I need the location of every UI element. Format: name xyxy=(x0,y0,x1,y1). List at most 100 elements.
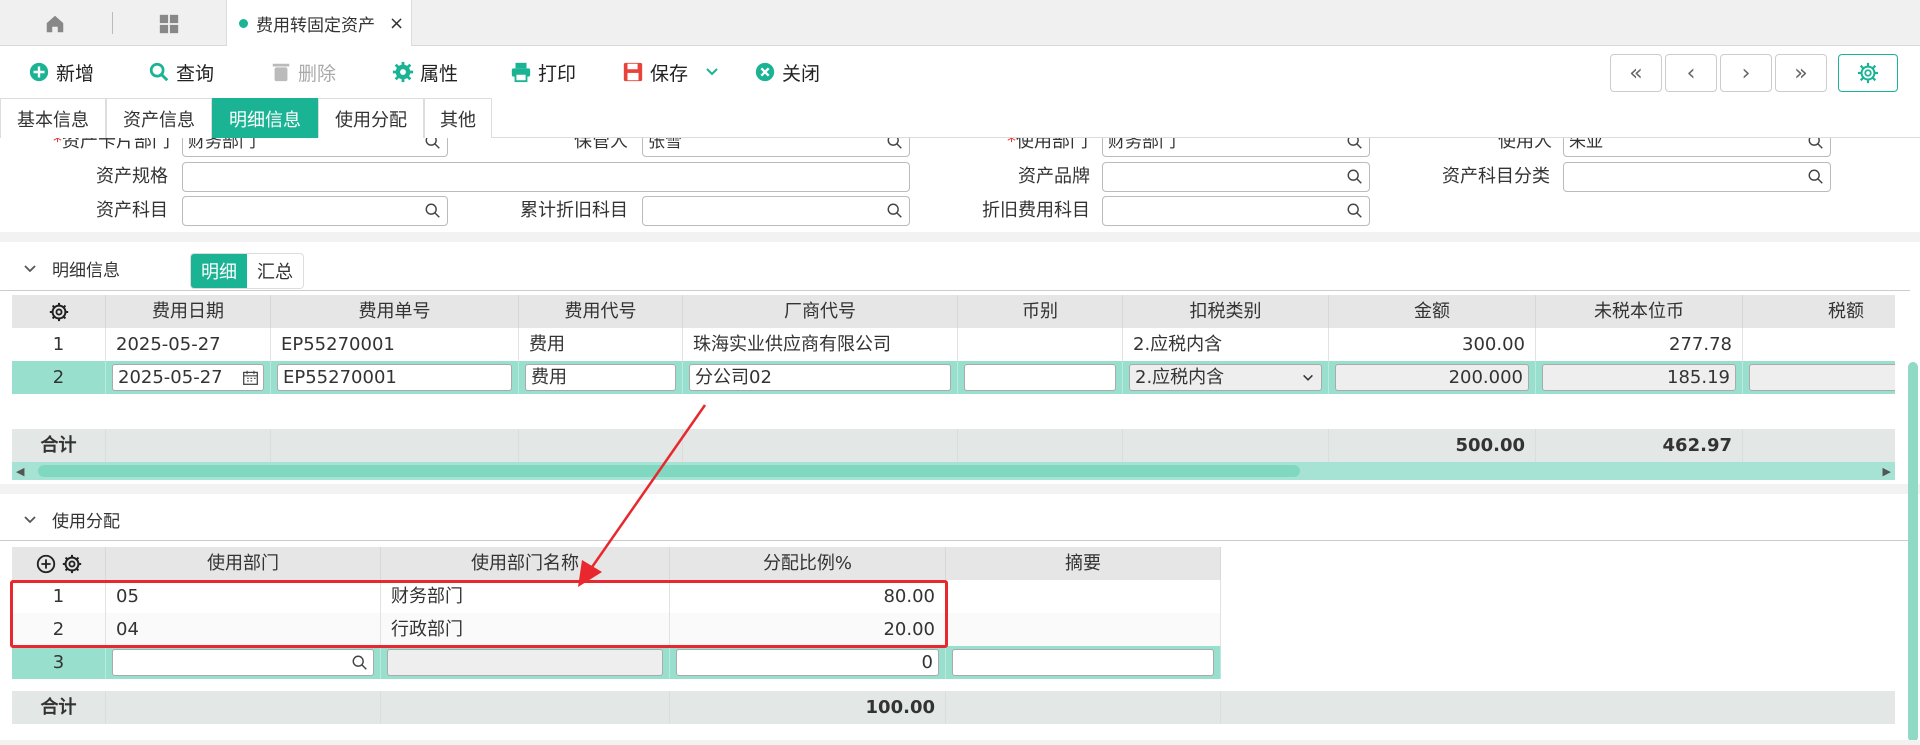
scroll-right-icon[interactable]: ▶ xyxy=(1883,465,1891,478)
card-dept-input[interactable]: 财务部门 xyxy=(182,138,448,157)
memo-input[interactable] xyxy=(946,646,1221,679)
search-icon xyxy=(149,62,169,82)
acc-dep-input[interactable] xyxy=(642,196,910,226)
delete-button[interactable]: 删除 xyxy=(270,58,336,86)
dep-exp-label: 折旧费用科目 xyxy=(982,200,1090,221)
col-tax-amount[interactable]: 税额 xyxy=(1743,295,1895,328)
table-row[interactable]: 1 2025-05-27 EP55270001 费用 珠海实业供应商有限公司 2… xyxy=(12,328,1895,361)
use-dept-input[interactable]: 财务部门 xyxy=(1102,138,1370,157)
home-icon[interactable] xyxy=(44,13,66,35)
section-tabs: 基本信息 资产信息 明细信息 使用分配 其他 xyxy=(0,98,1920,138)
bottom-gap xyxy=(0,740,1920,745)
col-tax-type[interactable]: 扣税类别 xyxy=(1123,295,1329,328)
code-input[interactable]: 费用 xyxy=(519,361,683,394)
tab-basic-info[interactable]: 基本信息 xyxy=(0,98,106,138)
prev-record-button[interactable]: ‹ xyxy=(1665,54,1717,92)
card-dept-label: *资产卡片部门 xyxy=(53,138,170,152)
currency-value xyxy=(964,364,1116,391)
detail-toggle[interactable]: 明细 xyxy=(191,254,247,288)
net-input[interactable]: 185.19 xyxy=(1536,361,1743,394)
ratio-value: 0 xyxy=(676,649,939,676)
col-expense-no[interactable]: 费用单号 xyxy=(271,295,519,328)
tab-other[interactable]: 其他 xyxy=(424,98,492,138)
user-input[interactable]: 朱亚 xyxy=(1563,138,1831,157)
vertical-scrollbar[interactable] xyxy=(1908,362,1918,742)
amount-value: 200.000 xyxy=(1335,364,1529,391)
col-expense-code[interactable]: 费用代号 xyxy=(519,295,683,328)
doc-no-input[interactable]: EP55270001 xyxy=(271,361,519,394)
tab-detail-info[interactable]: 明细信息 xyxy=(212,98,318,138)
add-button[interactable]: 新增 xyxy=(28,58,94,86)
vendor-input[interactable]: 分公司02 xyxy=(683,361,958,394)
currency-input[interactable] xyxy=(958,361,1123,394)
close-circle-icon xyxy=(755,62,775,82)
first-record-button[interactable]: « xyxy=(1610,54,1662,92)
tab-expense-to-asset[interactable]: 费用转固定资产 × xyxy=(226,0,412,46)
cell-code[interactable]: 费用 xyxy=(519,328,683,361)
date-input[interactable]: 2025-05-27 xyxy=(106,361,271,394)
query-button[interactable]: 查询 xyxy=(148,58,214,86)
keeper-input[interactable]: 张雪 xyxy=(642,138,910,157)
cell-amount[interactable]: 300.00 xyxy=(1329,328,1536,361)
cell-tax-type[interactable]: 2.应税内含 xyxy=(1123,328,1329,361)
cell-currency[interactable] xyxy=(958,328,1123,361)
cell-vendor[interactable]: 珠海实业供应商有限公司 xyxy=(683,328,958,361)
tab-asset-info[interactable]: 资产信息 xyxy=(106,98,212,138)
next-record-button[interactable]: › xyxy=(1720,54,1772,92)
detail-section-header[interactable]: 明细信息 xyxy=(22,256,120,281)
last-record-button[interactable]: » xyxy=(1775,54,1827,92)
tab-usage-allocation[interactable]: 使用分配 xyxy=(318,98,424,138)
search-icon[interactable] xyxy=(351,654,369,672)
col-currency[interactable]: 币别 xyxy=(958,295,1123,328)
dept-name-input xyxy=(381,646,670,679)
col-net-amount[interactable]: 未税本位币 xyxy=(1536,295,1743,328)
tax-type-select[interactable]: 2.应税内含 xyxy=(1123,361,1329,394)
subject-label: 资产科目 xyxy=(96,200,168,221)
grid-settings-button[interactable] xyxy=(12,295,106,328)
col-use-dept[interactable]: 使用部门 xyxy=(106,547,381,580)
tax-amount-input[interactable] xyxy=(1743,361,1895,394)
cell-memo[interactable] xyxy=(946,613,1221,646)
save-button[interactable]: 保存 xyxy=(622,58,720,86)
summary-toggle[interactable]: 汇总 xyxy=(247,254,303,288)
horizontal-scrollbar[interactable]: ◀ ▶ xyxy=(12,462,1895,480)
cell-date[interactable]: 2025-05-27 xyxy=(106,328,271,361)
col-expense-date[interactable]: 费用日期 xyxy=(106,295,271,328)
close-icon[interactable]: × xyxy=(389,13,404,34)
brand-input[interactable] xyxy=(1102,162,1370,192)
acc-dep-label: 累计折旧科目 xyxy=(520,200,628,221)
calendar-icon[interactable] xyxy=(242,369,259,386)
cell-net[interactable]: 277.78 xyxy=(1536,328,1743,361)
row-number: 1 xyxy=(12,328,106,361)
tab-label: 费用转固定资产 xyxy=(256,15,375,36)
dep-exp-input[interactable] xyxy=(1102,196,1370,226)
col-memo[interactable]: 摘要 xyxy=(946,547,1221,580)
subject-input[interactable] xyxy=(182,196,448,226)
chevron-down-icon xyxy=(1303,374,1313,381)
cell-doc-no[interactable]: EP55270001 xyxy=(271,328,519,361)
settings-button[interactable] xyxy=(1838,54,1898,92)
apps-grid-icon[interactable] xyxy=(158,13,180,35)
total-ratio: 100.00 xyxy=(670,691,946,724)
add-row-icon[interactable] xyxy=(35,553,57,575)
col-vendor-code[interactable]: 厂商代号 xyxy=(683,295,958,328)
table-row-selected[interactable]: 3 0 xyxy=(12,646,1221,679)
amount-input[interactable]: 200.000 xyxy=(1329,361,1536,394)
col-amount[interactable]: 金额 xyxy=(1329,295,1536,328)
print-label: 打印 xyxy=(538,62,577,85)
table-row-selected[interactable]: 2 2025-05-27 EP55270001 费用 分公司02 2.应税内含 … xyxy=(12,361,1895,394)
print-button[interactable]: 打印 xyxy=(510,58,576,86)
alloc-section-header[interactable]: 使用分配 xyxy=(22,507,120,532)
cell-tax-amount[interactable] xyxy=(1743,328,1895,361)
subject-class-label: 资产科目分类 xyxy=(1442,166,1550,187)
gear-icon[interactable] xyxy=(61,553,83,575)
chevron-down-icon[interactable] xyxy=(704,64,720,80)
subject-class-input[interactable] xyxy=(1563,162,1831,192)
dept-input[interactable] xyxy=(106,646,381,679)
ratio-input[interactable]: 0 xyxy=(670,646,946,679)
cell-memo[interactable] xyxy=(946,580,1221,613)
spec-input[interactable] xyxy=(182,162,910,192)
close-button[interactable]: 关闭 xyxy=(754,58,820,86)
properties-button[interactable]: 属性 xyxy=(392,58,458,86)
scroll-left-icon[interactable]: ◀ xyxy=(16,465,24,478)
